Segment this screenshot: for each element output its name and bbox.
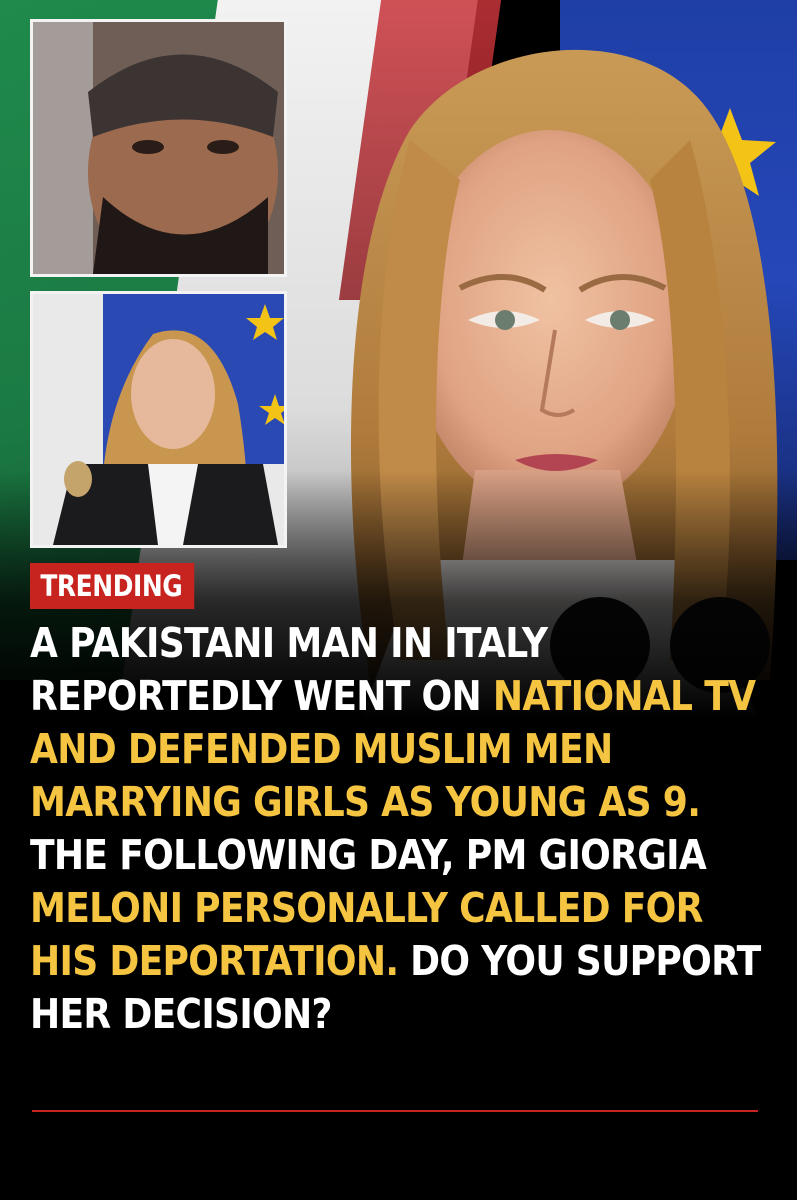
headline-segment-1: A PAKISTANI MAN IN ITALY REPORTEDLY WENT… bbox=[30, 619, 548, 720]
headline-underline bbox=[32, 1110, 758, 1112]
inset-photo-meloni bbox=[30, 291, 287, 548]
headline: A PAKISTANI MAN IN ITALY REPORTEDLY WENT… bbox=[30, 617, 769, 1041]
post-graphic: TRENDING A PAKISTANI MAN IN ITALY REPORT… bbox=[0, 0, 797, 1200]
inset-photo-man bbox=[30, 19, 287, 277]
headline-segment-3: THE FOLLOWING DAY, PM GIORGIA bbox=[30, 831, 707, 879]
trending-badge: TRENDING bbox=[30, 563, 195, 609]
